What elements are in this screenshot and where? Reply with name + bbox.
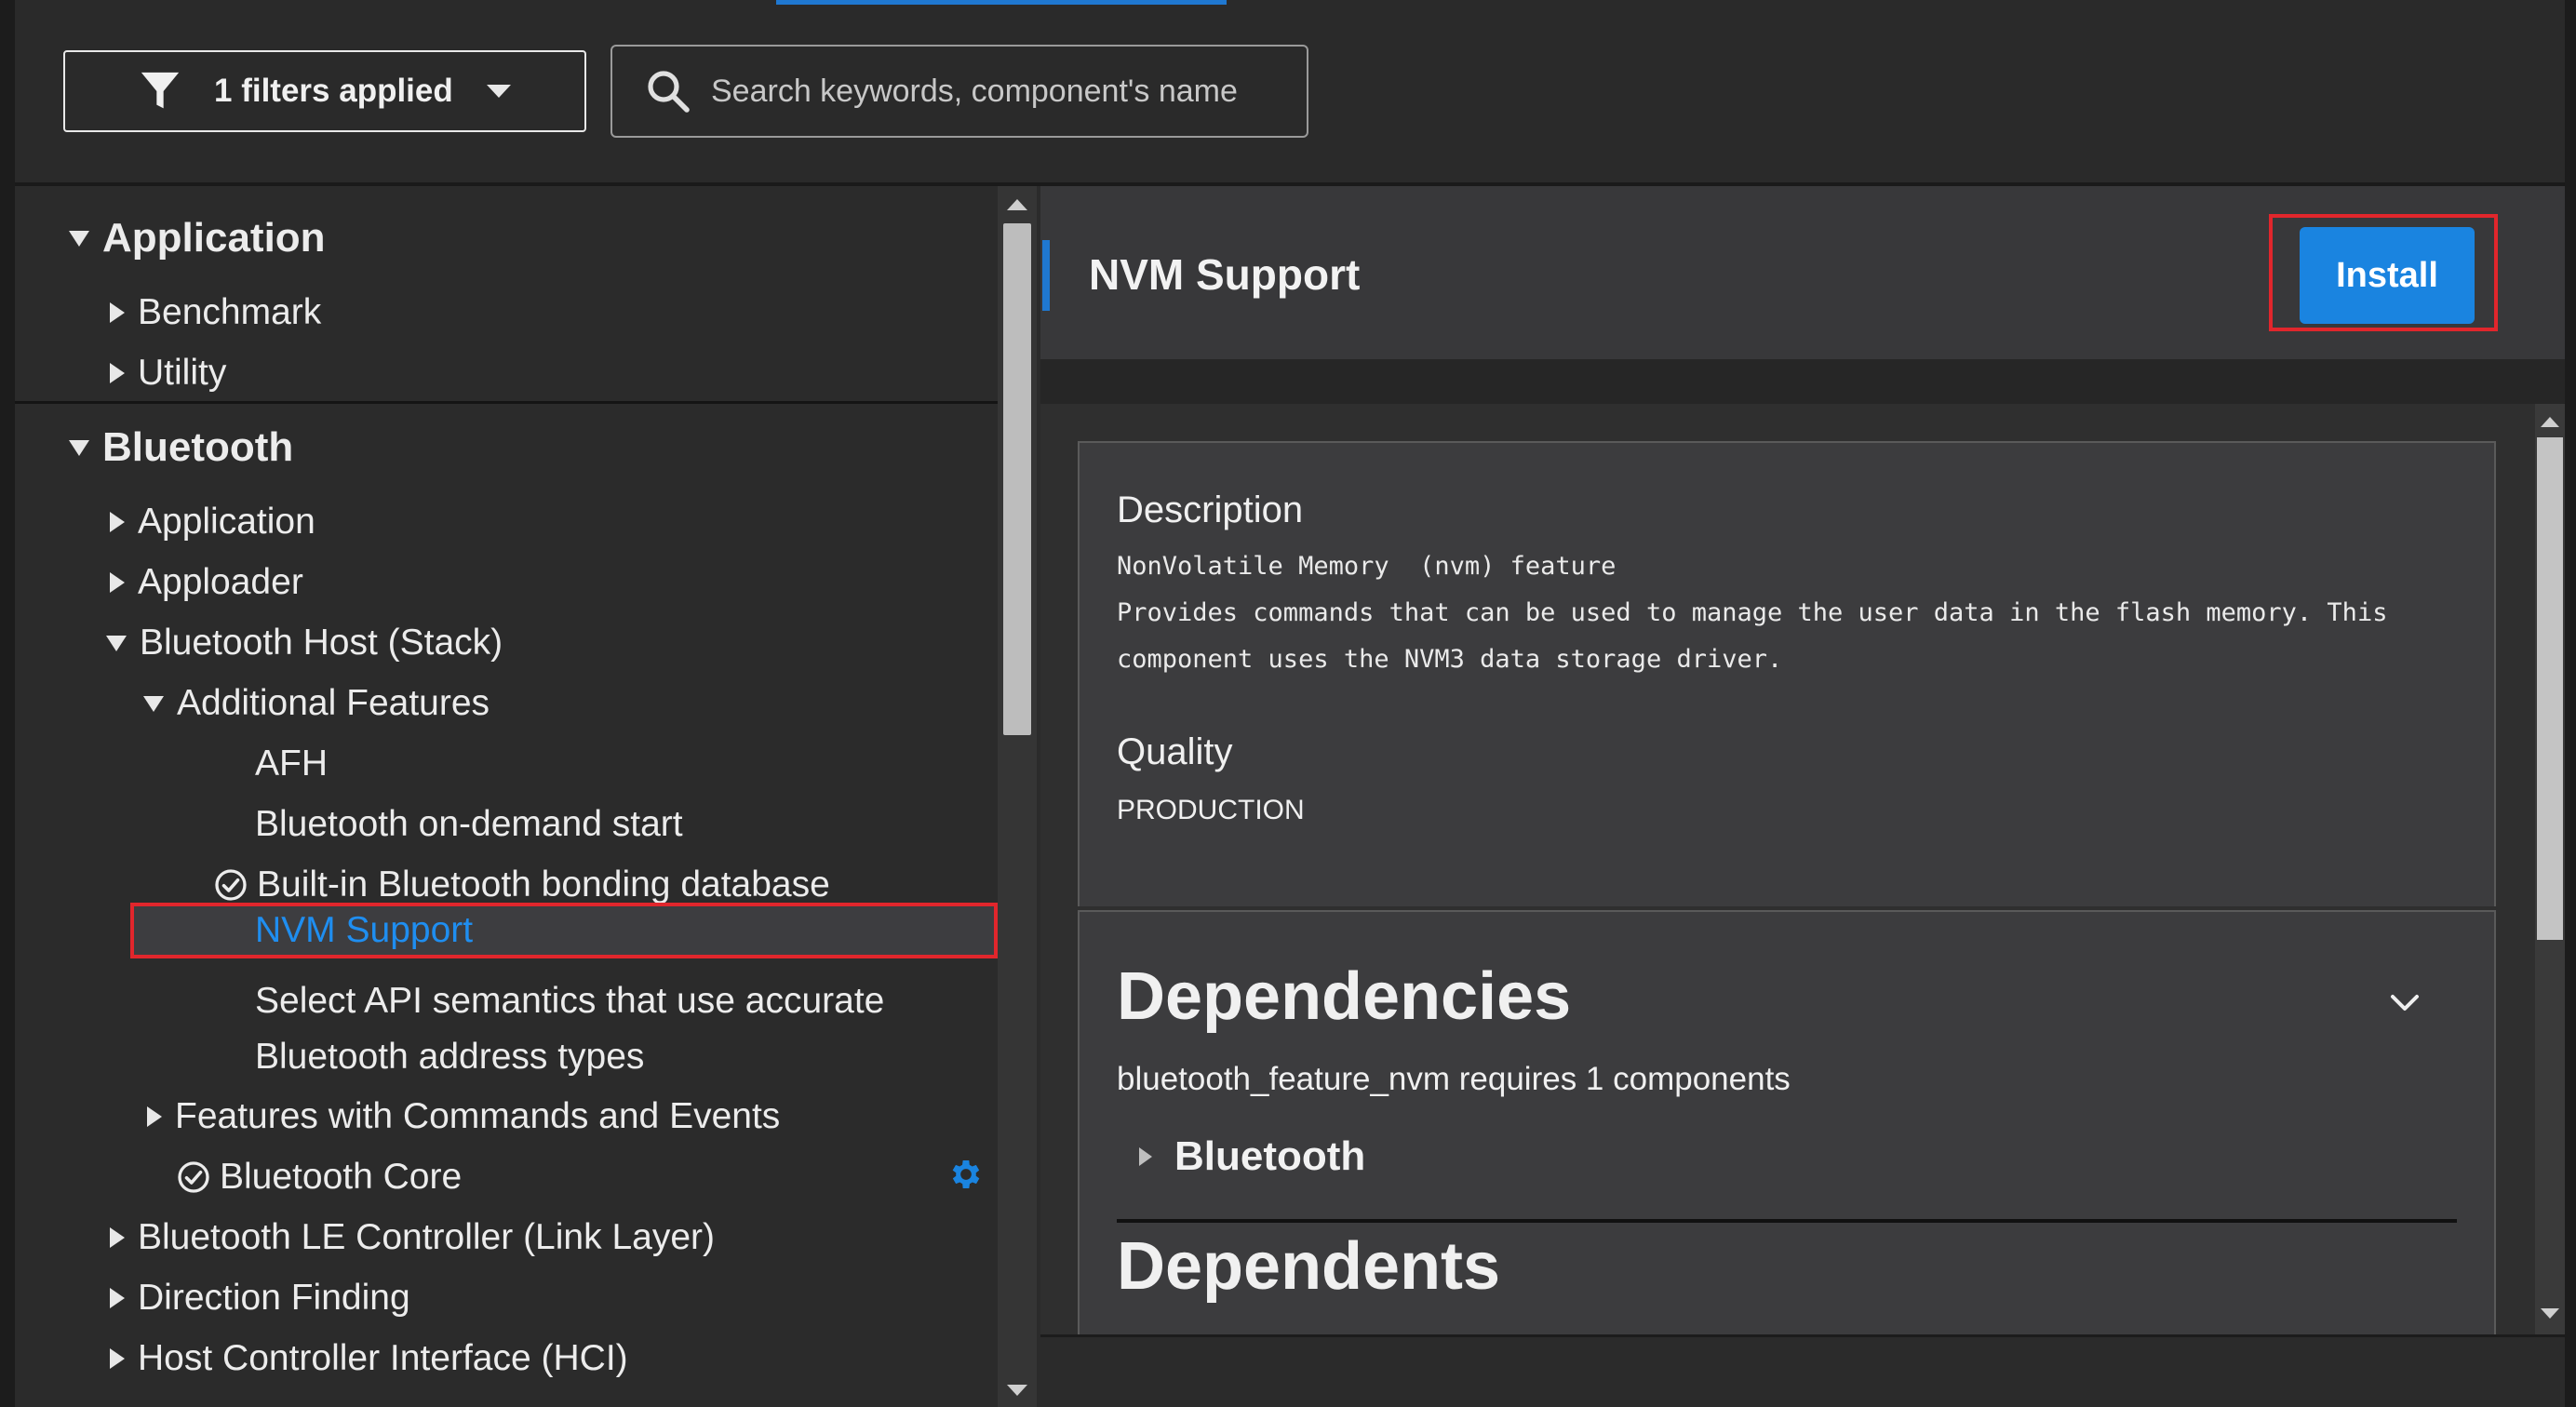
tree-category-label: Application	[102, 215, 326, 261]
collapsed-triangle-icon	[147, 1106, 162, 1127]
search-input[interactable]	[709, 72, 1290, 111]
window-left-edge	[0, 0, 15, 1407]
tree-item-label: Select API semantics that use accurate	[255, 981, 885, 1021]
dependency-group-label: Bluetooth	[1174, 1133, 1366, 1179]
tree-item-bt-application[interactable]: Application	[15, 498, 998, 546]
search-box[interactable]	[610, 45, 1308, 138]
collapsed-triangle-icon	[1139, 1147, 1152, 1166]
tree-item-le-controller[interactable]: Bluetooth LE Controller (Link Layer)	[15, 1213, 998, 1262]
dependents-heading: Dependents	[1117, 1229, 1501, 1304]
collapsed-triangle-icon	[110, 302, 125, 323]
description-text: NonVolatile Memory (nvm) feature Provide…	[1117, 552, 2388, 674]
header-accent-bar	[1042, 240, 1050, 311]
scroll-down-arrow-icon[interactable]	[1007, 1385, 1027, 1396]
check-circle-icon	[215, 869, 247, 901]
tree-item-label: NVM Support	[255, 910, 474, 950]
tree-item-bluetooth-core[interactable]: Bluetooth Core	[15, 1153, 998, 1201]
tree-item-direction-finding[interactable]: Direction Finding	[15, 1274, 998, 1322]
tree-item-benchmark[interactable]: Benchmark	[15, 288, 998, 337]
section-divider	[1117, 1219, 2457, 1223]
collapsed-triangle-icon	[110, 1348, 125, 1369]
tree-item-label: Additional Features	[177, 683, 490, 723]
window-right-edge	[2565, 0, 2576, 1407]
tree-item-label: Utility	[138, 353, 227, 393]
chevron-down-icon[interactable]	[2390, 994, 2420, 1012]
collapsed-triangle-icon	[110, 1288, 125, 1308]
check-circle-icon	[178, 1161, 209, 1193]
filter-icon	[141, 72, 180, 109]
tree-item-afh[interactable]: AFH	[15, 740, 998, 788]
tree-item-nvm-support[interactable]: NVM Support	[15, 904, 998, 957]
expanded-triangle-icon	[69, 230, 89, 247]
scroll-down-arrow-icon[interactable]	[2541, 1308, 2559, 1319]
quality-label: Quality	[1117, 731, 1233, 772]
tree-item-hci[interactable]: Host Controller Interface (HCI)	[15, 1334, 998, 1383]
collapsed-triangle-icon	[110, 1227, 125, 1248]
tree-item-label: Bluetooth Core	[220, 1157, 463, 1197]
filter-label: 1 filters applied	[214, 73, 453, 109]
tree-item-on-demand-start[interactable]: Bluetooth on-demand start	[15, 800, 998, 849]
tree-category-application[interactable]: Application	[15, 210, 998, 266]
filter-dropdown-button[interactable]: 1 filters applied	[63, 50, 586, 132]
header-separator-band	[1040, 359, 2565, 404]
scroll-up-arrow-icon[interactable]	[1007, 199, 1027, 210]
component-tree: Application Benchmark Utility Bluetooth …	[15, 186, 998, 1407]
install-button[interactable]: Install	[2300, 227, 2475, 324]
detail-scrollbar-thumb[interactable]	[2537, 437, 2563, 940]
dependencies-card: Dependencies bluetooth_feature_nvm requi…	[1078, 910, 2496, 1334]
dependencies-summary: bluetooth_feature_nvm requires 1 compone…	[1117, 1061, 1791, 1097]
tree-item-label: AFH	[255, 744, 328, 784]
tree-item-label: Bluetooth LE Controller (Link Layer)	[138, 1217, 715, 1257]
tree-divider	[15, 401, 998, 404]
tree-item-label: Built-in Bluetooth bonding database	[257, 864, 830, 904]
tree-item-label: Bluetooth address types	[255, 1037, 645, 1077]
collapsed-triangle-icon	[110, 363, 125, 383]
tree-item-label: Apploader	[138, 562, 303, 602]
gear-icon[interactable]	[947, 1156, 985, 1193]
component-title: NVM Support	[1089, 250, 1361, 299]
tree-item-label: Features with Commands and Events	[175, 1096, 781, 1136]
dependency-group-bluetooth[interactable]: Bluetooth	[1139, 1133, 1365, 1180]
scroll-up-arrow-icon[interactable]	[2541, 417, 2559, 427]
tree-item-additional-features[interactable]: Additional Features	[15, 679, 998, 728]
chevron-down-icon	[486, 85, 511, 98]
description-label: Description	[1117, 489, 1304, 530]
tree-item-select-api-semantics-cont[interactable]: Bluetooth address types	[15, 1033, 998, 1081]
expanded-triangle-icon	[143, 695, 164, 712]
info-card: Description NonVolatile Memory (nvm) fea…	[1078, 441, 2496, 910]
tree-item-label: Host Controller Interface (HCI)	[138, 1338, 628, 1378]
tree-item-features-commands-events[interactable]: Features with Commands and Events	[15, 1092, 998, 1141]
tree-item-label: Benchmark	[138, 292, 322, 332]
expanded-triangle-icon	[69, 439, 89, 456]
tree-category-bluetooth[interactable]: Bluetooth	[15, 420, 998, 476]
tree-item-select-api-semantics[interactable]: Select API semantics that use accurate	[15, 977, 998, 1025]
tree-category-label: Bluetooth	[102, 424, 294, 470]
tree-scrollbar-thumb[interactable]	[1003, 223, 1031, 735]
tree-item-label: Direction Finding	[138, 1278, 410, 1318]
tree-item-label: Bluetooth Host (Stack)	[140, 623, 503, 663]
expanded-triangle-icon	[106, 635, 127, 651]
tree-item-host-stack[interactable]: Bluetooth Host (Stack)	[15, 619, 998, 667]
collapsed-triangle-icon	[110, 572, 125, 593]
active-tab-indicator	[776, 0, 1227, 5]
dependencies-heading: Dependencies	[1117, 959, 1572, 1034]
tree-item-utility[interactable]: Utility	[15, 349, 998, 397]
quality-value: PRODUCTION	[1117, 795, 1305, 825]
tree-item-label: Bluetooth on-demand start	[255, 804, 683, 844]
tree-item-apploader[interactable]: Apploader	[15, 558, 998, 607]
tree-item-label: Application	[138, 502, 315, 542]
component-detail-content: Description NonVolatile Memory (nvm) fea…	[1040, 404, 2535, 1334]
detail-footer	[1040, 1334, 2565, 1407]
collapsed-triangle-icon	[110, 512, 125, 532]
search-icon	[648, 71, 690, 113]
